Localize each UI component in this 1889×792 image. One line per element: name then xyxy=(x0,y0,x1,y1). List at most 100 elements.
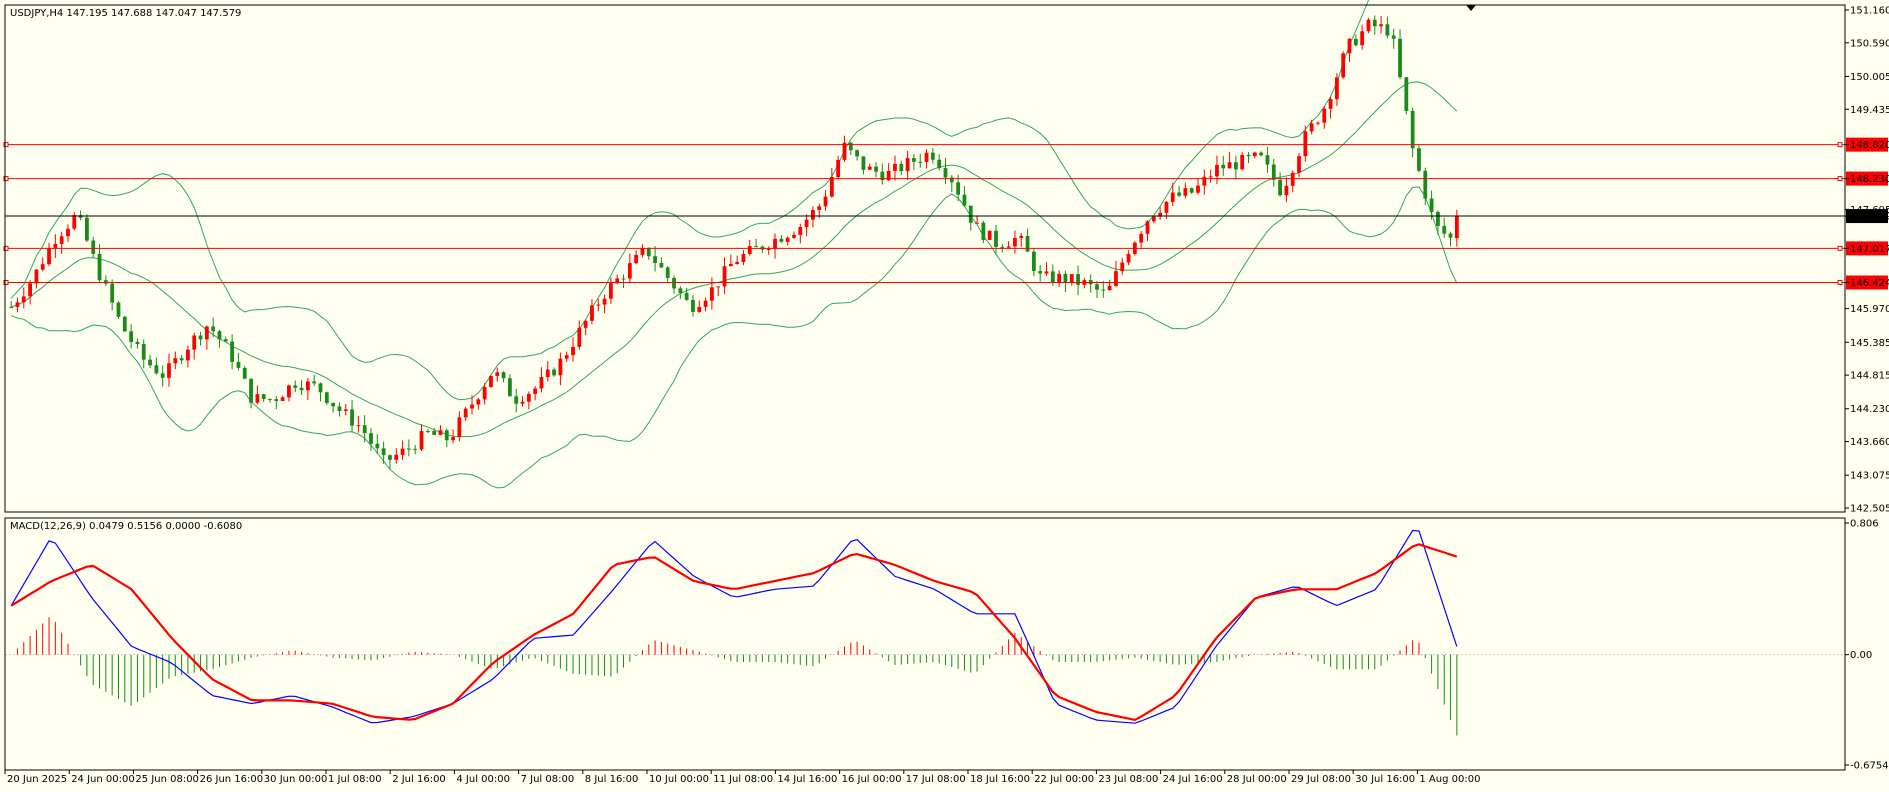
candle-body[interactable] xyxy=(261,394,266,400)
candle-body[interactable] xyxy=(836,159,841,178)
candle-body[interactable] xyxy=(1436,211,1440,226)
candle-body[interactable] xyxy=(697,306,702,312)
candle-body[interactable] xyxy=(1233,162,1238,170)
candle-body[interactable] xyxy=(15,302,20,308)
candle-body[interactable] xyxy=(716,286,721,288)
candle-body[interactable] xyxy=(1076,274,1080,285)
candle-body[interactable] xyxy=(66,228,70,237)
candle-body[interactable] xyxy=(1120,262,1125,272)
candle-body[interactable] xyxy=(350,409,354,426)
candle-body[interactable] xyxy=(85,217,89,241)
candle-body[interactable] xyxy=(691,299,695,312)
candle-body[interactable] xyxy=(1164,201,1169,213)
candle-body[interactable] xyxy=(489,375,493,388)
candle-body[interactable] xyxy=(299,387,304,391)
candle-body[interactable] xyxy=(413,448,418,450)
candle-body[interactable] xyxy=(1259,152,1264,156)
candle-body[interactable] xyxy=(533,388,538,394)
candle-body[interactable] xyxy=(672,277,676,289)
candle-body[interactable] xyxy=(1360,31,1365,46)
candle-body[interactable] xyxy=(255,394,260,403)
candle-body[interactable] xyxy=(432,431,437,435)
candle-body[interactable] xyxy=(571,346,575,356)
candle-body[interactable] xyxy=(160,373,165,378)
candle-body[interactable] xyxy=(1303,131,1308,157)
candle-body[interactable] xyxy=(324,392,329,403)
candle-body[interactable] xyxy=(331,402,336,407)
candle-body[interactable] xyxy=(192,335,197,350)
candle-body[interactable] xyxy=(375,443,380,449)
candle-body[interactable] xyxy=(1151,216,1156,222)
candle-body[interactable] xyxy=(924,152,929,163)
candle-body[interactable] xyxy=(792,234,796,238)
candle-body[interactable] xyxy=(280,397,285,402)
level-handle[interactable] xyxy=(1837,142,1843,148)
candle-body[interactable] xyxy=(1114,271,1118,286)
candle-body[interactable] xyxy=(369,433,373,444)
candle-body[interactable] xyxy=(394,454,399,460)
candle-body[interactable] xyxy=(785,237,790,242)
candle-body[interactable] xyxy=(1454,216,1459,239)
candle-body[interactable] xyxy=(741,254,746,262)
candle-body[interactable] xyxy=(1391,35,1396,39)
candle-body[interactable] xyxy=(293,385,298,388)
candle-body[interactable] xyxy=(583,320,588,328)
candle-body[interactable] xyxy=(217,331,222,340)
candle-body[interactable] xyxy=(1410,110,1415,149)
candle-body[interactable] xyxy=(230,341,235,362)
candle-body[interactable] xyxy=(1196,185,1200,193)
candle-body[interactable] xyxy=(103,280,108,284)
candle-body[interactable] xyxy=(1126,253,1131,263)
candle-body[interactable] xyxy=(129,331,133,342)
candle-body[interactable] xyxy=(406,448,411,450)
candle-body[interactable] xyxy=(1284,185,1289,196)
candle-body[interactable] xyxy=(1145,221,1150,234)
candle-body[interactable] xyxy=(287,385,291,398)
candle-body[interactable] xyxy=(665,267,670,278)
candle-body[interactable] xyxy=(21,296,26,303)
candle-body[interactable] xyxy=(1221,164,1226,169)
candle-body[interactable] xyxy=(154,365,159,374)
candle-body[interactable] xyxy=(899,163,904,172)
candle-body[interactable] xyxy=(564,355,569,359)
candle-body[interactable] xyxy=(710,287,714,301)
candle-body[interactable] xyxy=(968,205,973,223)
candle-body[interactable] xyxy=(274,399,279,402)
candle-body[interactable] xyxy=(381,448,386,456)
candle-body[interactable] xyxy=(1252,152,1257,157)
candle-body[interactable] xyxy=(1177,192,1181,196)
candle-body[interactable] xyxy=(1309,123,1314,132)
candle-body[interactable] xyxy=(621,278,626,280)
candle-body[interactable] xyxy=(1215,164,1219,177)
candle-body[interactable] xyxy=(861,156,866,170)
candle-body[interactable] xyxy=(47,247,51,265)
candle-body[interactable] xyxy=(1404,77,1409,111)
candle-body[interactable] xyxy=(495,372,500,376)
candle-body[interactable] xyxy=(1246,154,1251,157)
candle-body[interactable] xyxy=(167,363,171,378)
level-handle[interactable] xyxy=(1837,245,1843,251)
candle-body[interactable] xyxy=(53,243,58,248)
candle-body[interactable] xyxy=(1353,38,1358,46)
candle-body[interactable] xyxy=(912,158,916,162)
candle-body[interactable] xyxy=(766,249,771,251)
candle-body[interactable] xyxy=(735,261,740,265)
candle-body[interactable] xyxy=(627,263,632,279)
candle-body[interactable] xyxy=(501,372,506,379)
candle-body[interactable] xyxy=(425,431,430,433)
candle-body[interactable] xyxy=(1271,164,1276,180)
candle-body[interactable] xyxy=(981,222,986,240)
candle-body[interactable] xyxy=(590,305,594,321)
candle-body[interactable] xyxy=(204,326,209,340)
candle-body[interactable] xyxy=(97,253,102,281)
candle-body[interactable] xyxy=(343,409,348,412)
candle-body[interactable] xyxy=(722,266,727,287)
candle-body[interactable] xyxy=(1322,108,1327,123)
trading-chart[interactable]: 148.820148.230147.579147.017146.424 USDJ… xyxy=(0,0,1889,792)
candle-body[interactable] xyxy=(444,430,449,441)
candle-body[interactable] xyxy=(937,159,942,168)
candle-body[interactable] xyxy=(1031,251,1036,271)
candle-body[interactable] xyxy=(1417,148,1421,171)
candle-body[interactable] xyxy=(956,182,961,195)
candle-body[interactable] xyxy=(1341,53,1346,78)
